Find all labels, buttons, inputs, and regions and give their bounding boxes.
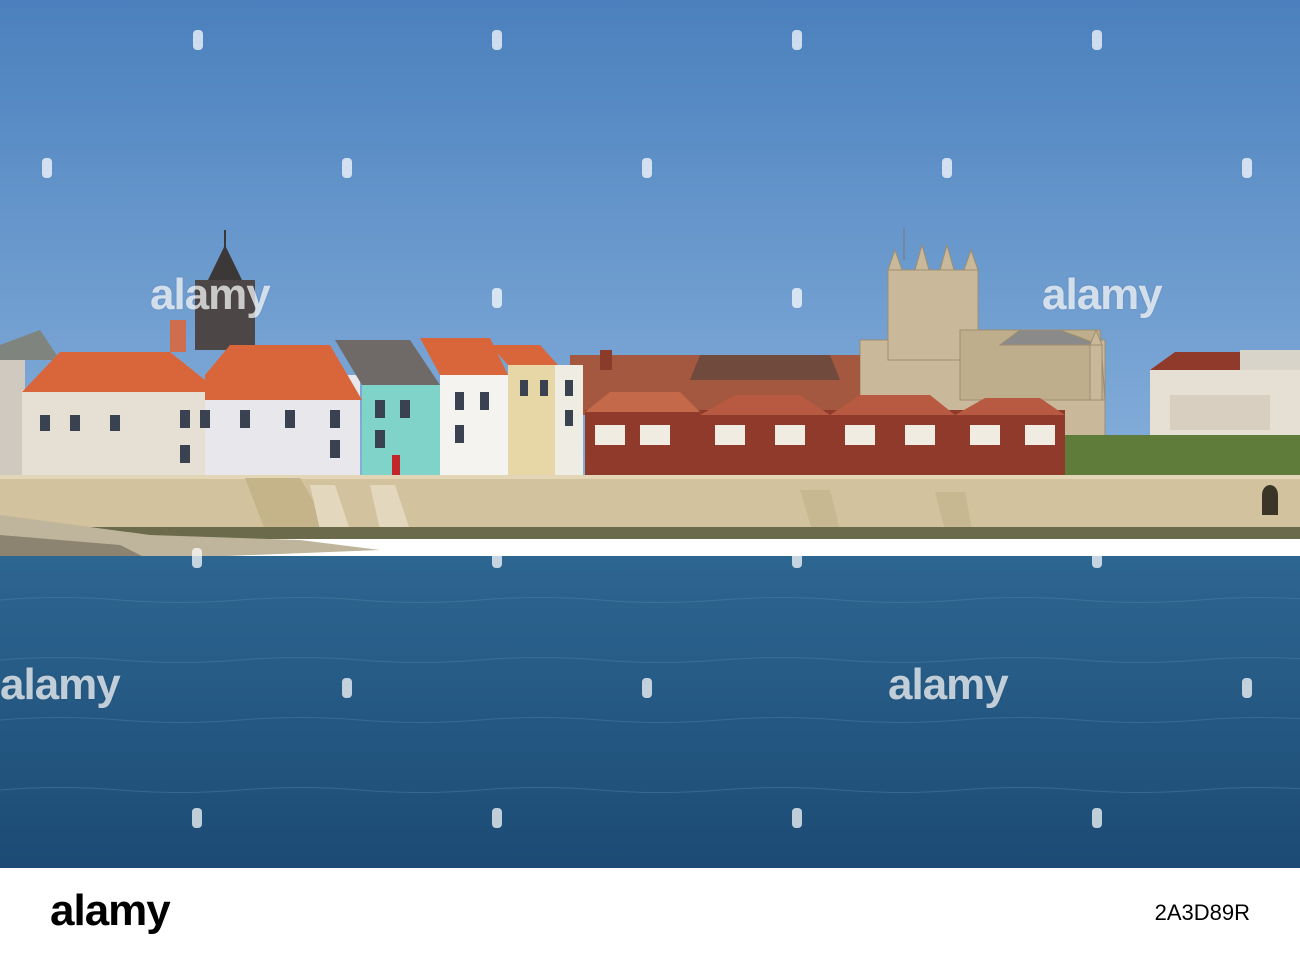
watermark-mark xyxy=(642,678,652,698)
alamy-logo: alamy xyxy=(50,886,171,935)
grass-bank xyxy=(1065,435,1300,475)
watermark-text: alamy xyxy=(888,660,1009,709)
watermark-mark xyxy=(342,158,352,178)
watermark-mark xyxy=(193,30,203,50)
watermark-text: alamy xyxy=(0,660,121,709)
watermark-mark xyxy=(1242,678,1252,698)
sea-wall xyxy=(0,475,1300,539)
watermark-mark xyxy=(192,548,202,568)
watermark-text: alamy xyxy=(150,270,271,319)
watermark-mark xyxy=(492,288,502,308)
watermark-mark xyxy=(792,808,802,828)
watermark-mark xyxy=(1092,30,1102,50)
scene-svg xyxy=(0,0,1300,868)
footer-bar: alamy 2A3D89R xyxy=(0,868,1300,956)
watermark-mark xyxy=(642,158,652,178)
photo xyxy=(0,0,1300,868)
image-id: 2A3D89R xyxy=(1154,900,1250,925)
watermark-mark xyxy=(192,808,202,828)
watermark-mark xyxy=(492,30,502,50)
watermark-mark xyxy=(942,158,952,178)
watermark-mark xyxy=(492,548,502,568)
watermark-mark xyxy=(1092,808,1102,828)
watermark-mark xyxy=(1092,548,1102,568)
watermark-mark xyxy=(792,30,802,50)
watermark-mark xyxy=(492,808,502,828)
right-houses xyxy=(1150,350,1300,435)
watermark-mark xyxy=(792,288,802,308)
watermark-mark xyxy=(342,678,352,698)
watermark-mark xyxy=(42,158,52,178)
watermark-mark xyxy=(1242,158,1252,178)
watermark-text: alamy xyxy=(1042,270,1163,319)
watermark-mark xyxy=(792,548,802,568)
